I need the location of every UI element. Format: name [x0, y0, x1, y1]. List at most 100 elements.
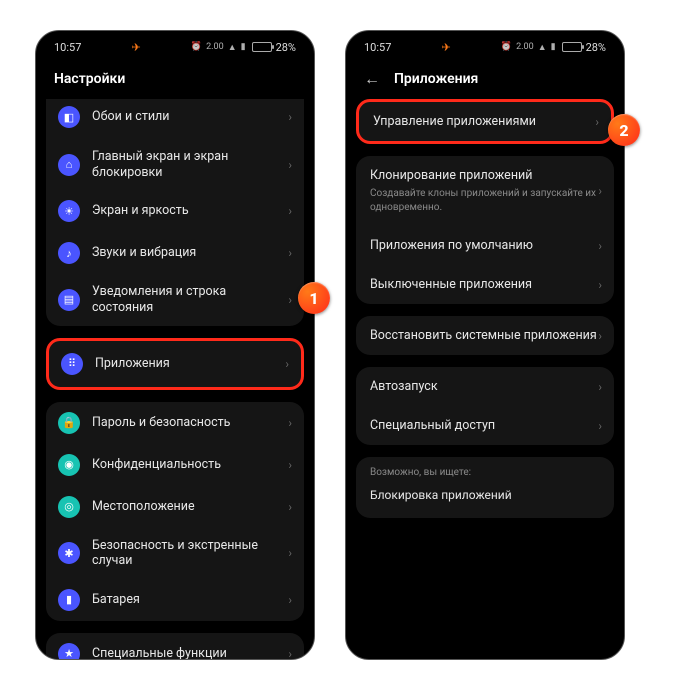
- row-special-access[interactable]: Специальный доступ ›: [356, 406, 614, 445]
- row-label: Обои и стили: [92, 109, 288, 125]
- row-privacy[interactable]: ◉ Конфиденциальность ›: [46, 444, 304, 486]
- chevron-right-icon: ›: [595, 115, 599, 129]
- emergency-icon: ✱: [58, 542, 80, 564]
- battery-icon: [252, 42, 272, 52]
- row-label: Местоположение: [92, 499, 288, 515]
- row-label: Специальный доступ: [370, 418, 495, 433]
- status-bar: 10:57 ✈ ⏰ 2.00 ▲ ▮ 28%: [36, 31, 314, 63]
- row-battery[interactable]: ▮ Батарея ›: [46, 579, 304, 621]
- signal-icon: ▮: [241, 42, 246, 52]
- row-homescreen[interactable]: ⌂ Главный экран и экран блокировки ›: [46, 139, 304, 190]
- row-sound[interactable]: ♪ Звуки и вибрация ›: [46, 232, 304, 274]
- apps-group-b: Восстановить системные приложения ›: [356, 316, 614, 355]
- row-label: Конфиденциальность: [92, 457, 288, 473]
- apps-group-a: Клонирование приложений Создавайте клоны…: [356, 156, 614, 304]
- row-wallpaper[interactable]: ◧ Обои и стили ›: [46, 99, 304, 139]
- row-emergency[interactable]: ✱ Безопасность и экстренные случаи ›: [46, 528, 304, 579]
- row-autostart[interactable]: Автозапуск ›: [356, 367, 614, 406]
- chevron-right-icon: ›: [288, 593, 292, 607]
- chevron-right-icon: ›: [288, 293, 292, 307]
- row-label: Выключенные приложения: [370, 277, 532, 292]
- row-special[interactable]: ★ Специальные функции ›: [46, 633, 304, 660]
- chevron-right-icon: ›: [288, 204, 292, 218]
- step-badge-1: 1: [298, 282, 330, 314]
- row-label: Управление приложениями: [373, 114, 536, 129]
- row-subtitle: Создавайте клоны приложений и запускайте…: [370, 187, 600, 214]
- chevron-right-icon: ›: [288, 246, 292, 260]
- status-time: 10:57: [54, 41, 81, 54]
- star-icon: ★: [58, 643, 80, 660]
- row-restore-system[interactable]: Восстановить системные приложения ›: [356, 316, 614, 355]
- row-apps-highlighted[interactable]: ⠿ Приложения ›: [46, 338, 304, 390]
- palette-icon: ◧: [58, 106, 80, 128]
- settings-group-more: ★ Специальные функции › ◐ Цифровое благо…: [46, 633, 304, 660]
- chevron-right-icon: ›: [598, 380, 602, 394]
- row-label: Безопасность и экстренные случаи: [92, 538, 288, 569]
- chevron-right-icon: ›: [288, 458, 292, 472]
- row-notifications[interactable]: ▤ Уведомления и строка состояния ›: [46, 274, 304, 325]
- back-arrow-icon[interactable]: ←: [364, 71, 380, 87]
- chevron-right-icon: ›: [288, 647, 292, 660]
- phone-screenshot-1: 10:57 ✈ ⏰ 2.00 ▲ ▮ 28% Настройки ◧ Обои …: [35, 30, 315, 660]
- wifi-icon: ▲: [228, 42, 237, 53]
- net-speed: 2.00: [206, 42, 224, 52]
- wifi-icon: ▲: [538, 42, 547, 53]
- row-label: Клонирование приложений: [370, 168, 532, 183]
- chevron-right-icon: ›: [598, 419, 602, 433]
- brightness-icon: ☀: [58, 200, 80, 222]
- send-icon: ✈: [442, 41, 451, 54]
- status-right: ⏰ 2.00 ▲ ▮ 28%: [501, 41, 606, 54]
- row-default-apps[interactable]: Приложения по умолчанию ›: [356, 226, 614, 265]
- bell-icon: ▤: [58, 289, 80, 311]
- row-password[interactable]: 🔒 Пароль и безопасность ›: [46, 402, 304, 444]
- settings-group-display: ◧ Обои и стили › ⌂ Главный экран и экран…: [46, 99, 304, 326]
- settings-group-privacy: 🔒 Пароль и безопасность › ◉ Конфиденциал…: [46, 402, 304, 621]
- chevron-right-icon: ›: [288, 158, 292, 172]
- apps-group-c: Автозапуск › Специальный доступ ›: [356, 367, 614, 445]
- lock-icon: 🔒: [58, 412, 80, 434]
- alarm-icon: ⏰: [191, 42, 202, 52]
- row-label: Батарея: [92, 592, 288, 608]
- row-label: Главный экран и экран блокировки: [92, 149, 288, 180]
- phone-screenshot-2: 10:57 ✈ ⏰ 2.00 ▲ ▮ 28% ← Приложения Упра…: [345, 30, 625, 660]
- status-time: 10:57: [364, 41, 391, 54]
- status-bar: 10:57 ✈ ⏰ 2.00 ▲ ▮ 28%: [346, 31, 624, 63]
- row-label: Экран и яркость: [92, 203, 288, 219]
- row-manage-apps-highlighted[interactable]: Управление приложениями ›: [356, 99, 614, 144]
- row-label: Приложения: [95, 356, 285, 372]
- row-label: Специальные функции: [92, 646, 288, 660]
- battery-row-icon: ▮: [58, 589, 80, 611]
- hint-item-app-lock[interactable]: Блокировка приложений: [370, 488, 600, 502]
- chevron-right-icon: ›: [288, 416, 292, 430]
- net-speed: 2.00: [516, 42, 534, 52]
- hint-group: Возможно, вы ищете: Блокировка приложени…: [356, 457, 614, 518]
- step-badge-2: 2: [608, 114, 640, 146]
- battery-icon: [562, 42, 582, 52]
- row-clone-apps[interactable]: Клонирование приложений Создавайте клоны…: [356, 156, 614, 226]
- chevron-right-icon: ›: [288, 110, 292, 124]
- chevron-right-icon: ›: [598, 329, 602, 343]
- sound-icon: ♪: [58, 242, 80, 264]
- page-title: Приложения: [394, 71, 478, 87]
- chevron-right-icon: ›: [598, 239, 602, 253]
- status-right: ⏰ 2.00 ▲ ▮ 28%: [191, 41, 296, 54]
- apps-icon: ⠿: [61, 353, 83, 375]
- shield-icon: ◉: [58, 454, 80, 476]
- chevron-right-icon: ›: [288, 500, 292, 514]
- row-disabled-apps[interactable]: Выключенные приложения ›: [356, 265, 614, 304]
- row-location[interactable]: ◎ Местоположение ›: [46, 486, 304, 528]
- row-label: Автозапуск: [370, 379, 438, 394]
- hint-heading: Возможно, вы ищете:: [370, 467, 600, 478]
- row-display[interactable]: ☀ Экран и яркость ›: [46, 190, 304, 232]
- row-label: Восстановить системные приложения: [370, 328, 597, 343]
- signal-icon: ▮: [551, 42, 556, 52]
- battery-pct: 28%: [276, 41, 296, 54]
- home-icon: ⌂: [58, 154, 80, 176]
- row-label: Уведомления и строка состояния: [92, 284, 288, 315]
- battery-pct: 28%: [586, 41, 606, 54]
- row-label: Пароль и безопасность: [92, 415, 288, 431]
- location-icon: ◎: [58, 496, 80, 518]
- row-label: Звуки и вибрация: [92, 245, 288, 261]
- alarm-icon: ⏰: [501, 42, 512, 52]
- page-title-bar: Настройки: [36, 63, 314, 93]
